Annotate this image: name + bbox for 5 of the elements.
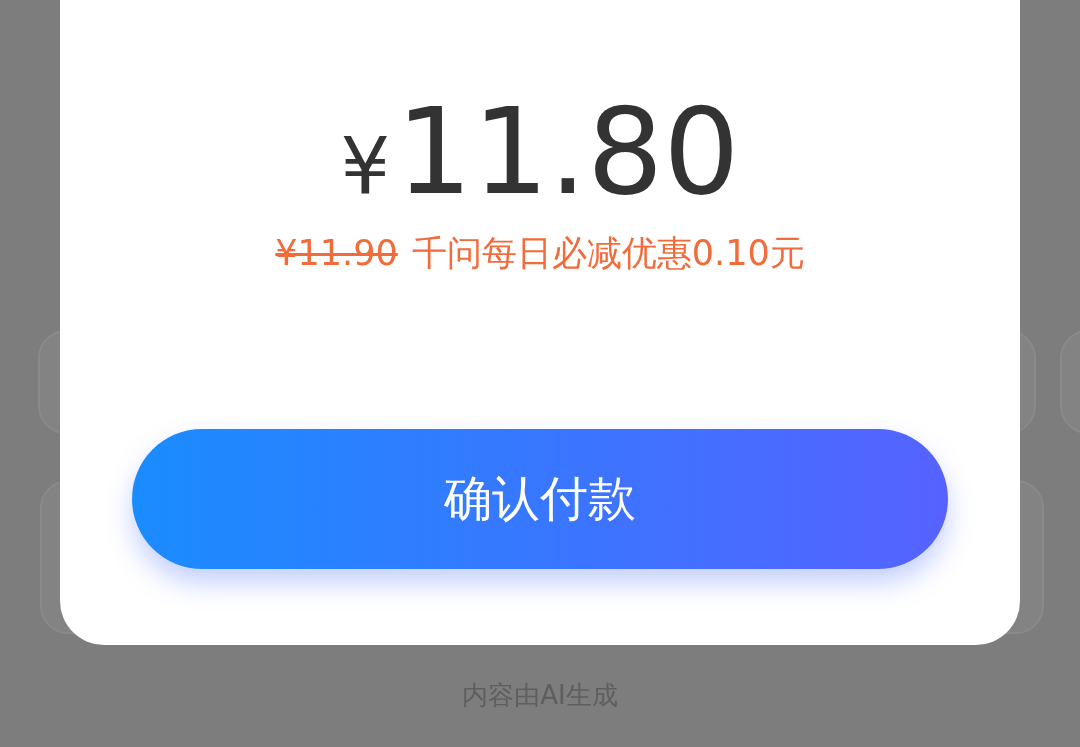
currency-symbol: ¥ bbox=[340, 121, 391, 211]
discount-text: 千问每日必减优惠0.10元 bbox=[411, 232, 805, 275]
confirm-payment-button[interactable]: 确认付款 bbox=[132, 429, 948, 569]
price-amount: 11.80 bbox=[396, 92, 740, 212]
original-price: ¥11.90 bbox=[275, 233, 398, 273]
